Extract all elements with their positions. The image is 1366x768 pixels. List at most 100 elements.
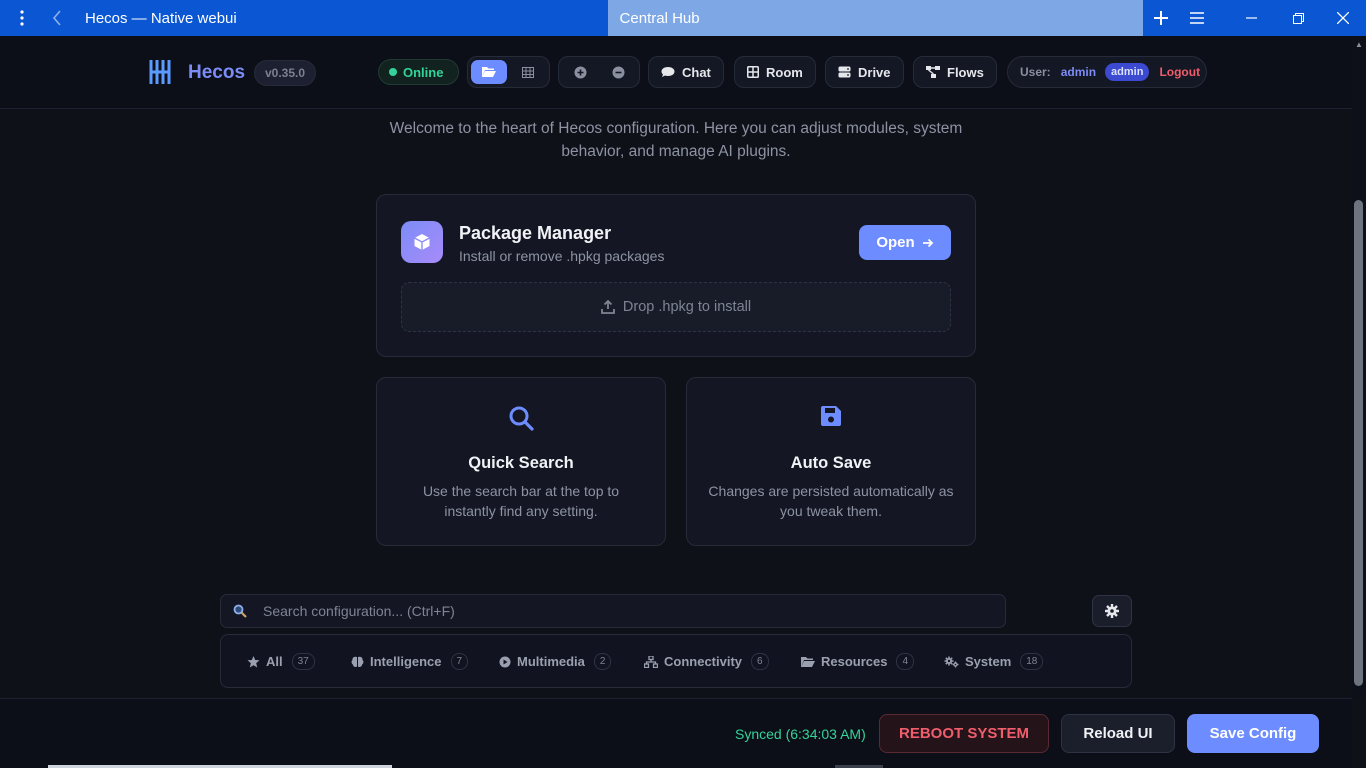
minus-circle-icon [612, 66, 624, 78]
tab-central-hub[interactable]: Central Hub [607, 0, 1143, 36]
search-icon [377, 405, 665, 431]
zoom-out-button[interactable] [600, 60, 636, 84]
tab-multimedia[interactable]: Multimedia 2 [499, 653, 612, 670]
nav-room-label: Room [766, 64, 803, 80]
tab-central-hub-label: Central Hub [619, 9, 700, 27]
nav-drive-label: Drive [858, 64, 891, 80]
brand-name: Hecos [188, 62, 246, 83]
auto-save-desc: Changes are persisted automatically as y… [708, 483, 954, 519]
drop-zone-label: Drop .hpkg to install [622, 299, 752, 315]
zoom-in-button[interactable] [562, 60, 598, 84]
nav-flows-button[interactable]: Flows [913, 56, 997, 88]
username: admin [1060, 65, 1097, 79]
tab-all[interactable]: All 37 [247, 653, 315, 670]
tab-intelligence-label: Intelligence [370, 654, 442, 669]
more-options-icon[interactable] [0, 0, 44, 36]
arrow-right-icon [922, 238, 933, 247]
auto-save-card: Auto Save Changes are persisted automati… [686, 377, 976, 546]
status-label: Online [403, 64, 444, 80]
welcome-text: Welcome to the heart of Hecos configurat… [389, 120, 963, 160]
brain-icon [351, 656, 364, 667]
scroll-up-arrow-icon[interactable]: ▲ [1352, 38, 1366, 52]
new-tab-plus-icon[interactable] [1143, 0, 1179, 36]
package-drop-zone[interactable]: Drop .hpkg to install [401, 282, 951, 332]
zoom-group [558, 56, 640, 88]
hecos-logo-icon [147, 58, 173, 86]
tab-connectivity-count: 6 [751, 653, 769, 670]
tab-system-count: 18 [1020, 653, 1044, 670]
user-box: User: admin admin Logout [1007, 56, 1207, 88]
footer-bar: Synced (6:34:03 AM) REBOOT SYSTEM Reload… [0, 698, 1352, 768]
sync-status: Synced (6:34:03 AM) [735, 726, 866, 742]
reboot-system-button[interactable]: REBOOT SYSTEM [879, 714, 1049, 753]
minimize-icon[interactable] [1226, 0, 1276, 36]
nav-chat-label: Chat [682, 64, 711, 80]
plus-circle-icon [574, 66, 586, 78]
folder-open-icon [482, 67, 497, 77]
tab-resources-count: 4 [896, 653, 915, 670]
app-header: Hecos v0.35.0 Online Chat Room Drive Flo… [0, 36, 1352, 109]
view-toggle-group [467, 56, 550, 88]
table-view-button[interactable] [511, 60, 547, 84]
open-package-manager-button[interactable]: Open [859, 225, 951, 260]
chat-bubble-icon [661, 67, 675, 77]
user-label: User: [1020, 65, 1051, 79]
search-placeholder: Search configuration... (Ctrl+F) [263, 603, 455, 619]
menu-hamburger-icon[interactable] [1179, 0, 1215, 36]
room-grid-icon [747, 66, 759, 78]
tab-resources[interactable]: Resources 4 [800, 653, 915, 670]
star-icon [247, 655, 260, 667]
tab-intelligence-count: 7 [450, 653, 469, 670]
save-config-button[interactable]: Save Config [1187, 714, 1319, 753]
back-arrow-icon[interactable] [44, 0, 70, 36]
reload-ui-button[interactable]: Reload UI [1061, 714, 1175, 753]
flow-sitemap-icon [926, 66, 940, 78]
window-titlebar: Hecos — Native webui Central Hub [0, 0, 1366, 36]
folder-view-button[interactable] [471, 60, 507, 84]
tab-connectivity-label: Connectivity [664, 654, 743, 669]
category-tabs: All 37 Intelligence 7 Multimedia 2 Conne… [220, 634, 1132, 688]
hard-drive-icon [838, 66, 851, 78]
config-search-input[interactable]: Search configuration... (Ctrl+F) [220, 594, 1006, 628]
tab-all-label: All [266, 654, 283, 669]
nav-room-button[interactable]: Room [734, 56, 816, 88]
close-icon[interactable] [1320, 0, 1366, 36]
tab-multimedia-label: Multimedia [517, 654, 585, 669]
magnifier-icon [233, 604, 247, 618]
scrollbar-thumb[interactable] [1354, 200, 1363, 686]
restore-icon[interactable] [1276, 0, 1320, 36]
nav-drive-button[interactable]: Drive [825, 56, 904, 88]
role-badge: admin [1105, 63, 1150, 81]
upload-icon [601, 300, 615, 314]
online-dot-icon [389, 68, 397, 76]
open-label: Open [876, 234, 915, 251]
tab-multimedia-count: 2 [593, 653, 612, 670]
tab-intelligence[interactable]: Intelligence 7 [351, 653, 469, 670]
gear-icon [1105, 604, 1119, 618]
package-manager-title: Package Manager [459, 223, 612, 243]
package-box-icon [401, 221, 443, 263]
nav-chat-button[interactable]: Chat [648, 56, 724, 88]
gears-icon [944, 656, 959, 667]
floppy-disk-icon [687, 405, 975, 427]
quick-search-card: Quick Search Use the search bar at the t… [376, 377, 666, 546]
tab-connectivity[interactable]: Connectivity 6 [644, 653, 769, 670]
folder-icon [801, 656, 815, 667]
window-title: Hecos — Native webui [85, 9, 237, 27]
active-tab[interactable]: Hecos — Native webui [0, 0, 608, 36]
tab-system[interactable]: System 18 [944, 653, 1044, 670]
network-icon [644, 655, 658, 668]
quick-search-desc: Use the search bar at the top to instant… [422, 483, 620, 519]
play-circle-icon [499, 656, 511, 667]
version-badge: v0.35.0 [254, 60, 317, 86]
status-badge: Online [378, 59, 459, 85]
search-settings-button[interactable] [1092, 595, 1132, 627]
package-manager-subtitle: Install or remove .hpkg packages [459, 248, 665, 264]
package-manager-card: Package Manager Install or remove .hpkg … [376, 194, 976, 357]
quick-search-title: Quick Search [468, 454, 574, 472]
logout-link[interactable]: Logout [1159, 65, 1200, 79]
auto-save-title: Auto Save [790, 454, 872, 472]
tab-all-count: 37 [291, 653, 315, 670]
tab-system-label: System [965, 654, 1012, 669]
table-icon [522, 66, 535, 78]
